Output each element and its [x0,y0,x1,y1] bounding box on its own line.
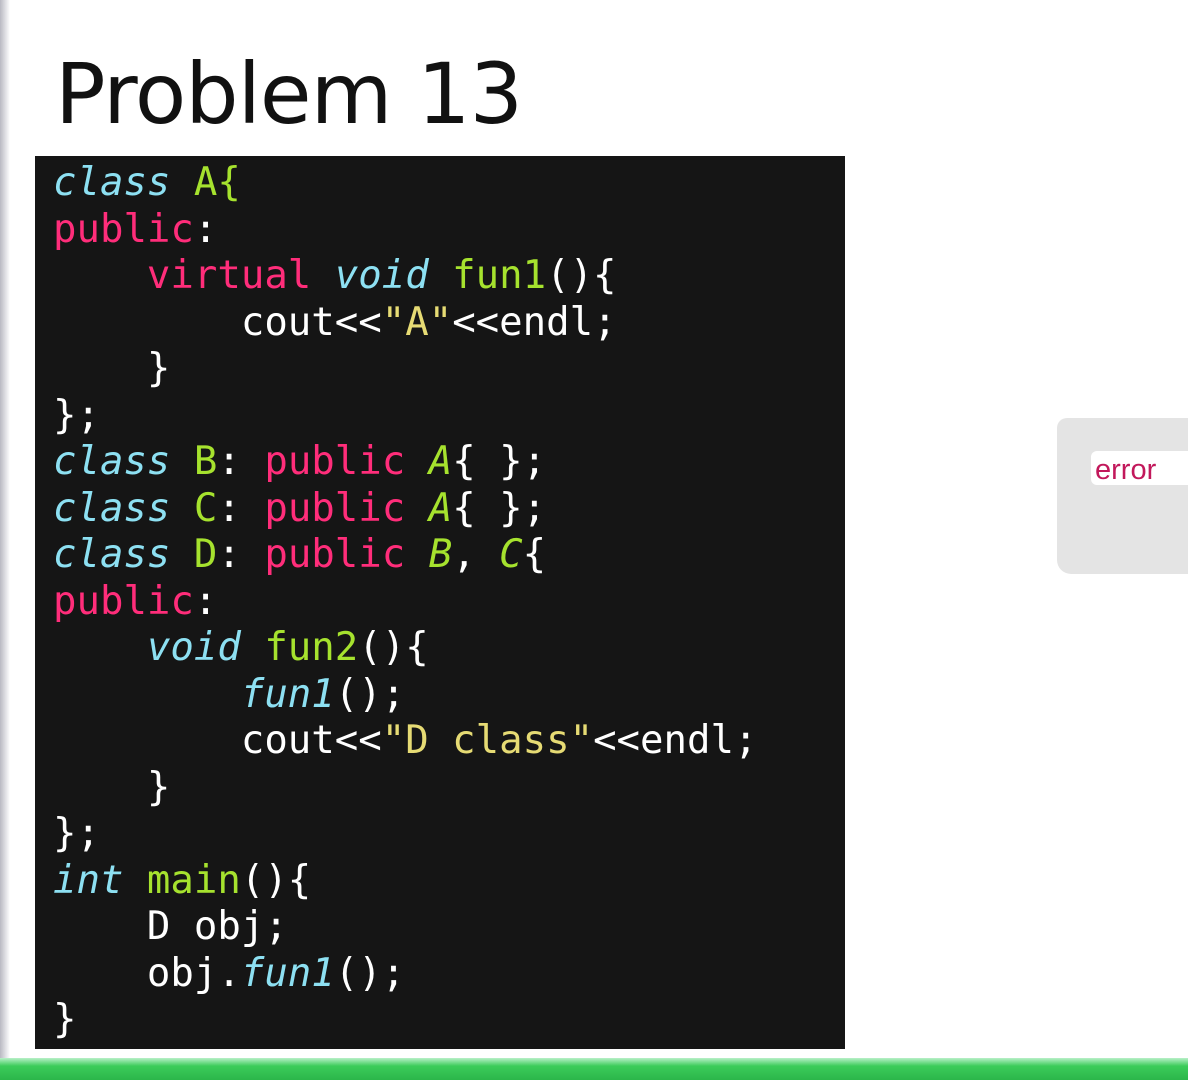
code-token: A [428,439,453,484]
code-token: }; [53,811,100,856]
slide-title: Problem 13 [55,45,523,143]
code-token: "A" [381,299,453,345]
code-token: public [264,485,429,531]
code-line: }; [53,811,845,858]
code-block: class A{public: virtual void fun1(){ cou… [53,160,845,1044]
code-token: class [53,439,194,484]
code-line: virtual void fun1(){ [53,253,845,300]
code-token: <<endl; [452,299,617,345]
code-token: "D class" [381,718,594,763]
code-token: : [217,485,265,531]
code-token: D [193,532,218,577]
code-token: cout<< [53,299,382,345]
code-token: : [193,206,218,252]
code-token: C [499,532,523,577]
code-token: class [53,160,194,205]
code-line: obj.fun1(); [53,951,845,998]
code-line: }; [53,393,845,440]
code-token: B [428,532,453,577]
code-token: fun2 [264,625,359,670]
code-token: { }; [452,485,547,531]
code-line: class C: public A{ }; [53,486,845,533]
code-token: (){ [358,625,429,670]
code-token: <<endl; [593,718,758,763]
code-token: (); [334,950,406,996]
answer-text: error [1095,454,1157,486]
code-token: fun1 [240,950,335,996]
code-line: cout<<"A"<<endl; [53,300,845,347]
code-line: class D: public B, C{ [53,532,845,579]
code-token: A{ [193,160,241,205]
code-token: virtual [146,253,335,298]
code-line: } [53,997,845,1044]
code-token: B [193,439,218,484]
code-token: (); [334,671,406,717]
code-line: fun1(); [53,672,845,719]
code-line: int main(){ [53,858,845,905]
code-token: { [522,532,547,577]
code-line: public: [53,207,845,254]
code-line: class B: public A{ }; [53,439,845,486]
code-token: { }; [452,439,547,484]
code-line: void fun2(){ [53,625,845,672]
code-token: D obj; [53,904,288,949]
code-token: public [53,578,194,624]
code-token: int [53,857,147,903]
code-token: void [334,253,453,298]
code-line: } [53,765,845,812]
code-line: class A{ [53,160,845,207]
code-token: A [428,485,453,531]
code-token: void [146,625,265,670]
code-token: } [53,764,171,810]
code-token: , [452,532,500,577]
code-token: cout<< [53,718,382,763]
code-token: (){ [240,857,312,903]
code-token: } [53,997,77,1042]
code-token: class [53,485,194,531]
code-line: public: [53,579,845,626]
bottom-accent-bar [0,1058,1188,1080]
slide-edge-shadow [0,0,10,1080]
code-token: public [264,439,429,484]
code-token: fun1 [240,671,335,717]
code-token: class [53,532,194,577]
code-token: public [264,532,429,577]
code-token: (){ [546,253,617,298]
code-line: cout<<"D class"<<endl; [53,718,845,765]
code-token: : [193,578,218,624]
code-token: fun1 [452,253,547,298]
code-token: public [53,206,194,252]
code-token: }; [53,392,100,438]
answer-card: error [1057,418,1188,574]
code-panel: class A{public: virtual void fun1(){ cou… [35,156,845,1049]
code-token: obj. [53,950,241,996]
code-token: C [193,485,218,531]
code-token: } [53,346,171,391]
code-token: : [217,532,265,577]
code-token: main [146,857,241,903]
code-line: } [53,346,845,393]
code-token: : [217,439,265,484]
code-line: D obj; [53,904,845,951]
